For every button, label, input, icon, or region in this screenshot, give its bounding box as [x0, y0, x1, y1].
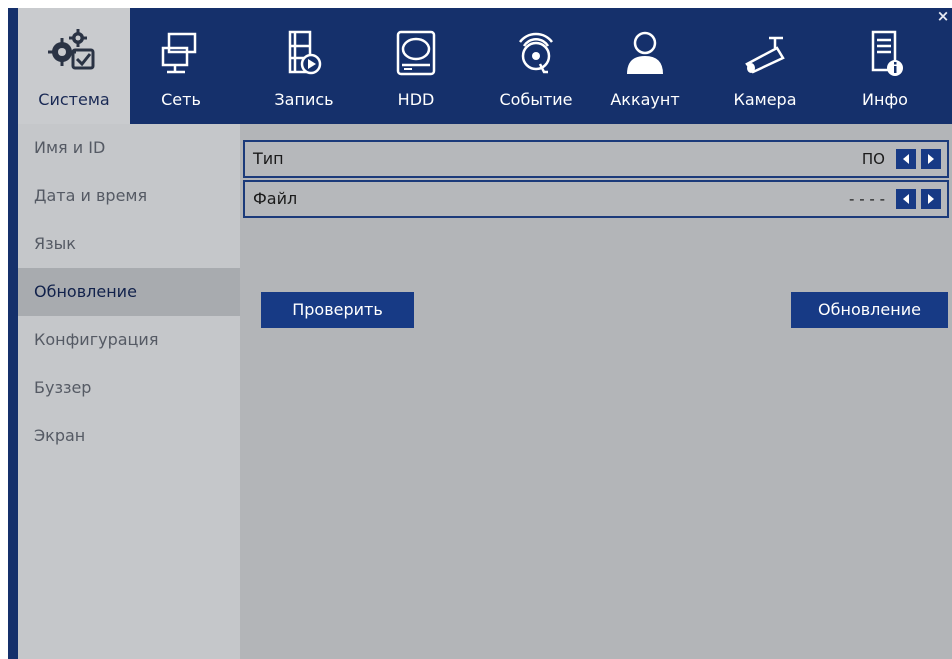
arrow-right-icon: [928, 194, 934, 204]
file-value: - - - -: [849, 190, 885, 208]
info-document-icon: [871, 30, 903, 76]
alarm-bell-icon: [519, 32, 553, 74]
tab-label: HDD: [397, 90, 435, 109]
tab-account[interactable]: Аккаунт: [600, 8, 690, 124]
file-label: Файл: [253, 189, 298, 208]
tab-hdd[interactable]: HDD: [376, 8, 456, 124]
sidebar-item-name-id[interactable]: Имя и ID: [18, 124, 240, 172]
tab-label: Инфо: [862, 90, 908, 109]
tab-label: Сеть: [161, 90, 201, 109]
file-next-button[interactable]: [921, 189, 941, 209]
sidebar-item-screen[interactable]: Экран: [18, 412, 240, 460]
tab-label: Аккаунт: [610, 90, 680, 109]
tab-label: Камера: [733, 90, 797, 109]
type-prev-button[interactable]: [896, 149, 916, 169]
update-button[interactable]: Обновление: [791, 292, 948, 328]
type-label: Тип: [253, 149, 284, 168]
main-tabs: Система Сеть Запись HDD Событие Аккаунт …: [8, 8, 952, 124]
file-prev-button[interactable]: [896, 189, 916, 209]
tab-network[interactable]: Сеть: [130, 8, 232, 124]
tab-label: Событие: [499, 90, 573, 109]
tab-info[interactable]: Инфо: [840, 8, 930, 124]
tab-camera[interactable]: Камера: [720, 8, 810, 124]
sidebar-item-language[interactable]: Язык: [18, 220, 240, 268]
type-value: ПО: [861, 150, 885, 168]
type-row: Тип ПО: [243, 140, 949, 178]
update-panel: Тип ПО Файл - - - - Проверить Обновление: [240, 124, 952, 659]
gears-check-icon: [48, 29, 95, 70]
sidebar-item-buzzer[interactable]: Буззер: [18, 364, 240, 412]
tab-system[interactable]: Система: [18, 8, 130, 124]
arrow-right-icon: [928, 154, 934, 164]
type-next-button[interactable]: [921, 149, 941, 169]
tab-event[interactable]: Событие: [486, 8, 586, 124]
hard-drive-icon: [396, 30, 436, 76]
network-monitors-icon: [161, 32, 197, 74]
film-record-icon: [288, 30, 322, 75]
bullet-camera-icon: [745, 36, 785, 74]
settings-sidebar: Имя и ID Дата и время Язык Обновление Ко…: [18, 124, 240, 659]
sidebar-item-update[interactable]: Обновление: [18, 268, 240, 316]
sidebar-item-date-time[interactable]: Дата и время: [18, 172, 240, 220]
arrow-left-icon: [903, 154, 909, 164]
user-account-icon: [627, 31, 663, 74]
arrow-left-icon: [903, 194, 909, 204]
tab-record[interactable]: Запись: [248, 8, 360, 124]
settings-window: × Система Сеть Запись HDD Событие Аккаун…: [8, 8, 952, 659]
tab-label: Запись: [274, 90, 334, 109]
file-row: Файл - - - -: [243, 180, 949, 218]
tab-label: Система: [38, 90, 110, 109]
check-button[interactable]: Проверить: [261, 292, 414, 328]
sidebar-item-configuration[interactable]: Конфигурация: [18, 316, 240, 364]
